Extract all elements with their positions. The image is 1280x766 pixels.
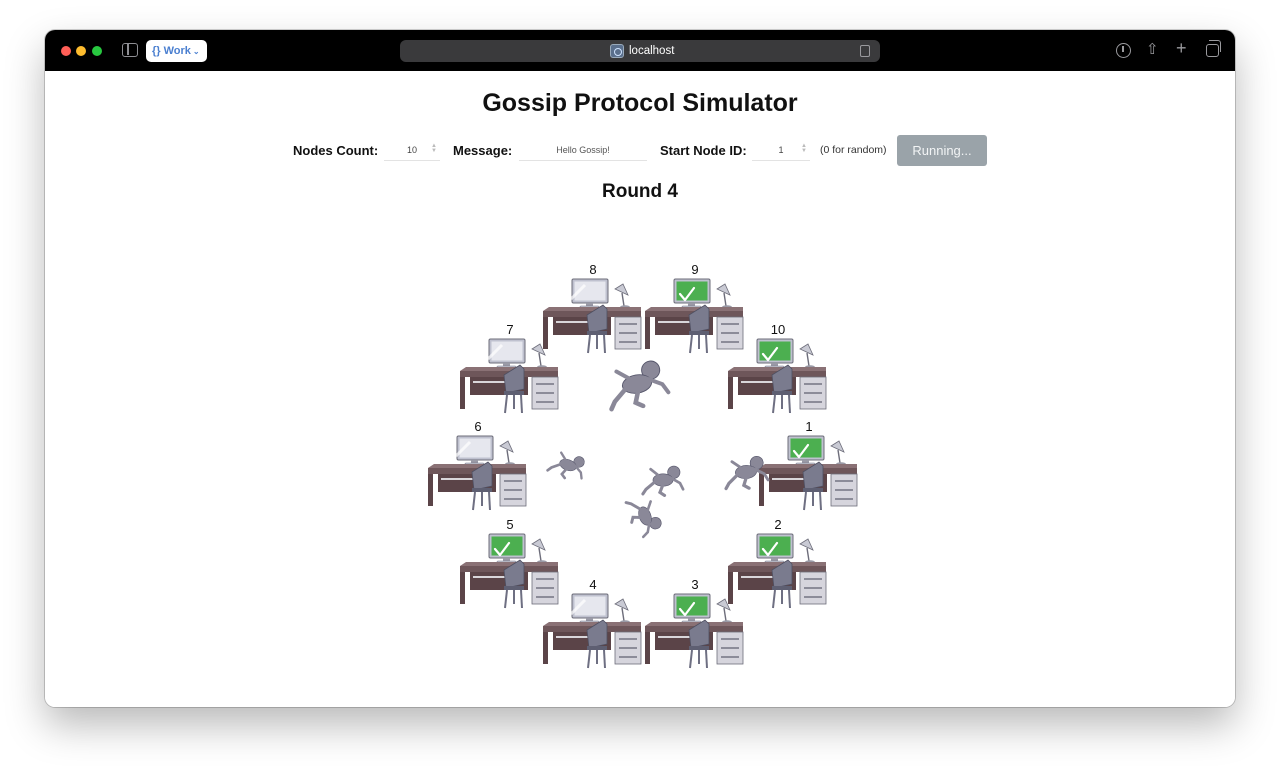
- page-content: Gossip Protocol Simulator Nodes Count: 1…: [45, 71, 1235, 707]
- address-bar[interactable]: localhost: [400, 40, 880, 62]
- courier-icon: [541, 436, 595, 495]
- stepper-arrows-icon[interactable]: ▲ ▼: [801, 143, 807, 154]
- start-node-value: 1: [778, 145, 784, 155]
- nodes-count-input[interactable]: 10 ▲ ▼: [384, 139, 440, 161]
- node-id-label: 10: [770, 322, 786, 337]
- round-indicator: Round 4: [602, 181, 678, 202]
- minimize-window-button[interactable]: [76, 46, 86, 56]
- node-id-label: 8: [589, 262, 597, 277]
- stepper-arrows-icon[interactable]: ▲ ▼: [431, 143, 437, 154]
- sidebar-toggle-icon[interactable]: [122, 43, 138, 57]
- start-node-input[interactable]: 1 ▲ ▼: [752, 139, 810, 161]
- nodes-count-label: Nodes Count:: [293, 143, 379, 158]
- chevron-down-icon: ⌄: [192, 47, 200, 56]
- run-simulation-button[interactable]: Running...: [897, 135, 987, 166]
- share-icon[interactable]: ⇧: [1146, 42, 1159, 58]
- tab-group-selector[interactable]: {} Work ⌄: [146, 40, 207, 62]
- start-node-hint: (0 for random): [820, 144, 887, 156]
- reader-mode-icon[interactable]: [860, 45, 870, 57]
- downloads-icon[interactable]: [1116, 43, 1131, 58]
- page-title: Gossip Protocol Simulator: [482, 89, 798, 117]
- zoom-window-button[interactable]: [92, 46, 102, 56]
- controls-bar: Nodes Count: 10 ▲ ▼ Message: Hello Gossip…: [292, 135, 992, 166]
- courier-icon: [599, 353, 675, 414]
- node-id-label: 6: [474, 419, 482, 434]
- node-8: 8: [541, 262, 645, 357]
- node-id-label: 3: [691, 577, 699, 592]
- message-input[interactable]: Hello Gossip!: [519, 139, 647, 161]
- node-3: 3: [643, 577, 747, 672]
- close-window-button[interactable]: [61, 46, 71, 56]
- node-5: 5: [458, 517, 562, 612]
- tab-overview-icon[interactable]: [1206, 40, 1221, 57]
- node-id-label: 1: [805, 419, 813, 434]
- node-10: 10: [726, 322, 830, 417]
- node-id-label: 5: [506, 517, 514, 532]
- browser-window: {} Work ⌄ localhost ⇧ + Gossip Protocol S…: [45, 30, 1235, 707]
- node-id-label: 2: [774, 517, 782, 532]
- courier-icon: [717, 452, 776, 493]
- message-value: Hello Gossip!: [556, 145, 610, 155]
- site-favicon-icon: [610, 44, 624, 58]
- tab-group-label: {} Work: [152, 45, 191, 57]
- browser-toolbar: {} Work ⌄ localhost ⇧ +: [45, 30, 1235, 71]
- new-tab-icon[interactable]: +: [1176, 39, 1187, 57]
- node-id-label: 9: [691, 262, 699, 277]
- message-label: Message:: [453, 143, 513, 158]
- start-node-label: Start Node ID:: [660, 143, 747, 158]
- address-bar-url: localhost: [629, 45, 675, 57]
- nodes-count-value: 10: [406, 145, 417, 155]
- node-6: 6: [426, 419, 530, 514]
